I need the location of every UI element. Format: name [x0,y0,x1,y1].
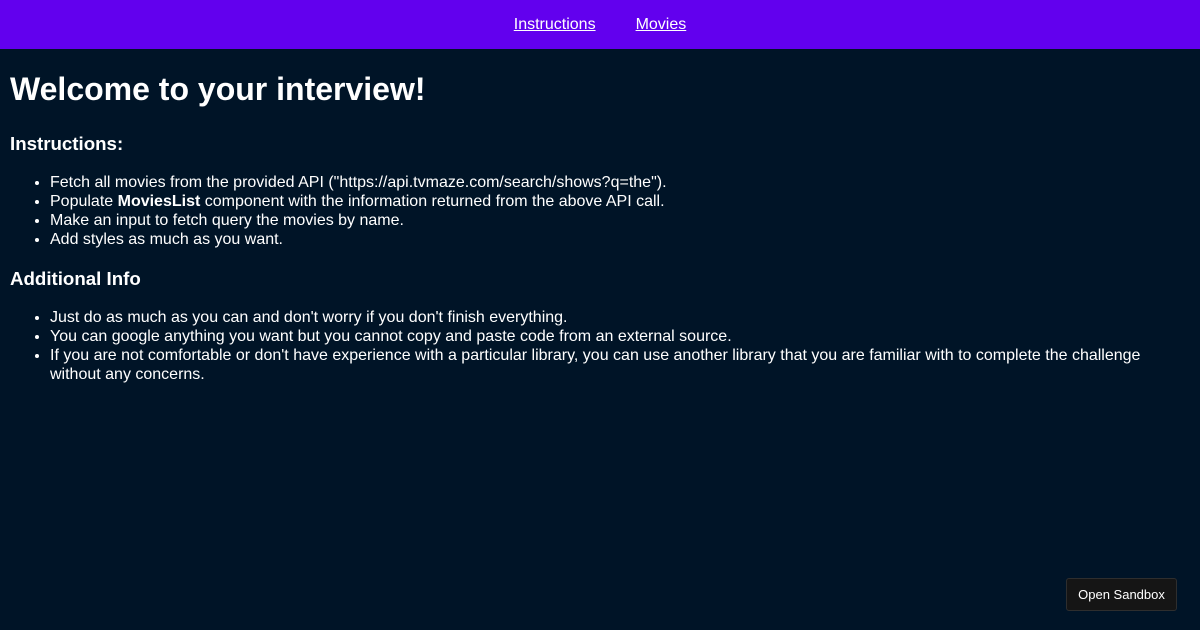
info-item: If you are not comfortable or don't have… [50,346,1190,384]
top-nav: Instructions Movies [0,0,1200,49]
additional-info-heading: Additional Info [10,268,141,289]
info-item: Just do as much as you can and don't wor… [50,308,1190,327]
open-sandbox-button[interactable]: Open Sandbox [1066,578,1177,611]
instruction-item: Populate MoviesList component with the i… [50,192,1190,211]
instruction-item: Add styles as much as you want. [50,230,1190,249]
instructions-heading: Instructions: [10,133,124,154]
instruction-item: Fetch all movies from the provided API (… [50,173,1190,192]
page-title: Welcome to your interview! [10,71,426,107]
additional-info-list: Just do as much as you can and don't wor… [10,308,1190,384]
component-name: MoviesList [117,193,201,210]
instruction-item: Make an input to fetch query the movies … [50,211,1190,230]
nav-link-movies[interactable]: Movies [636,16,687,34]
instructions-list: Fetch all movies from the provided API (… [10,173,1190,249]
info-item: You can google anything you want but you… [50,327,1190,346]
main-content: Welcome to your interview! Instructions:… [10,49,1190,384]
nav-link-instructions[interactable]: Instructions [514,16,596,34]
